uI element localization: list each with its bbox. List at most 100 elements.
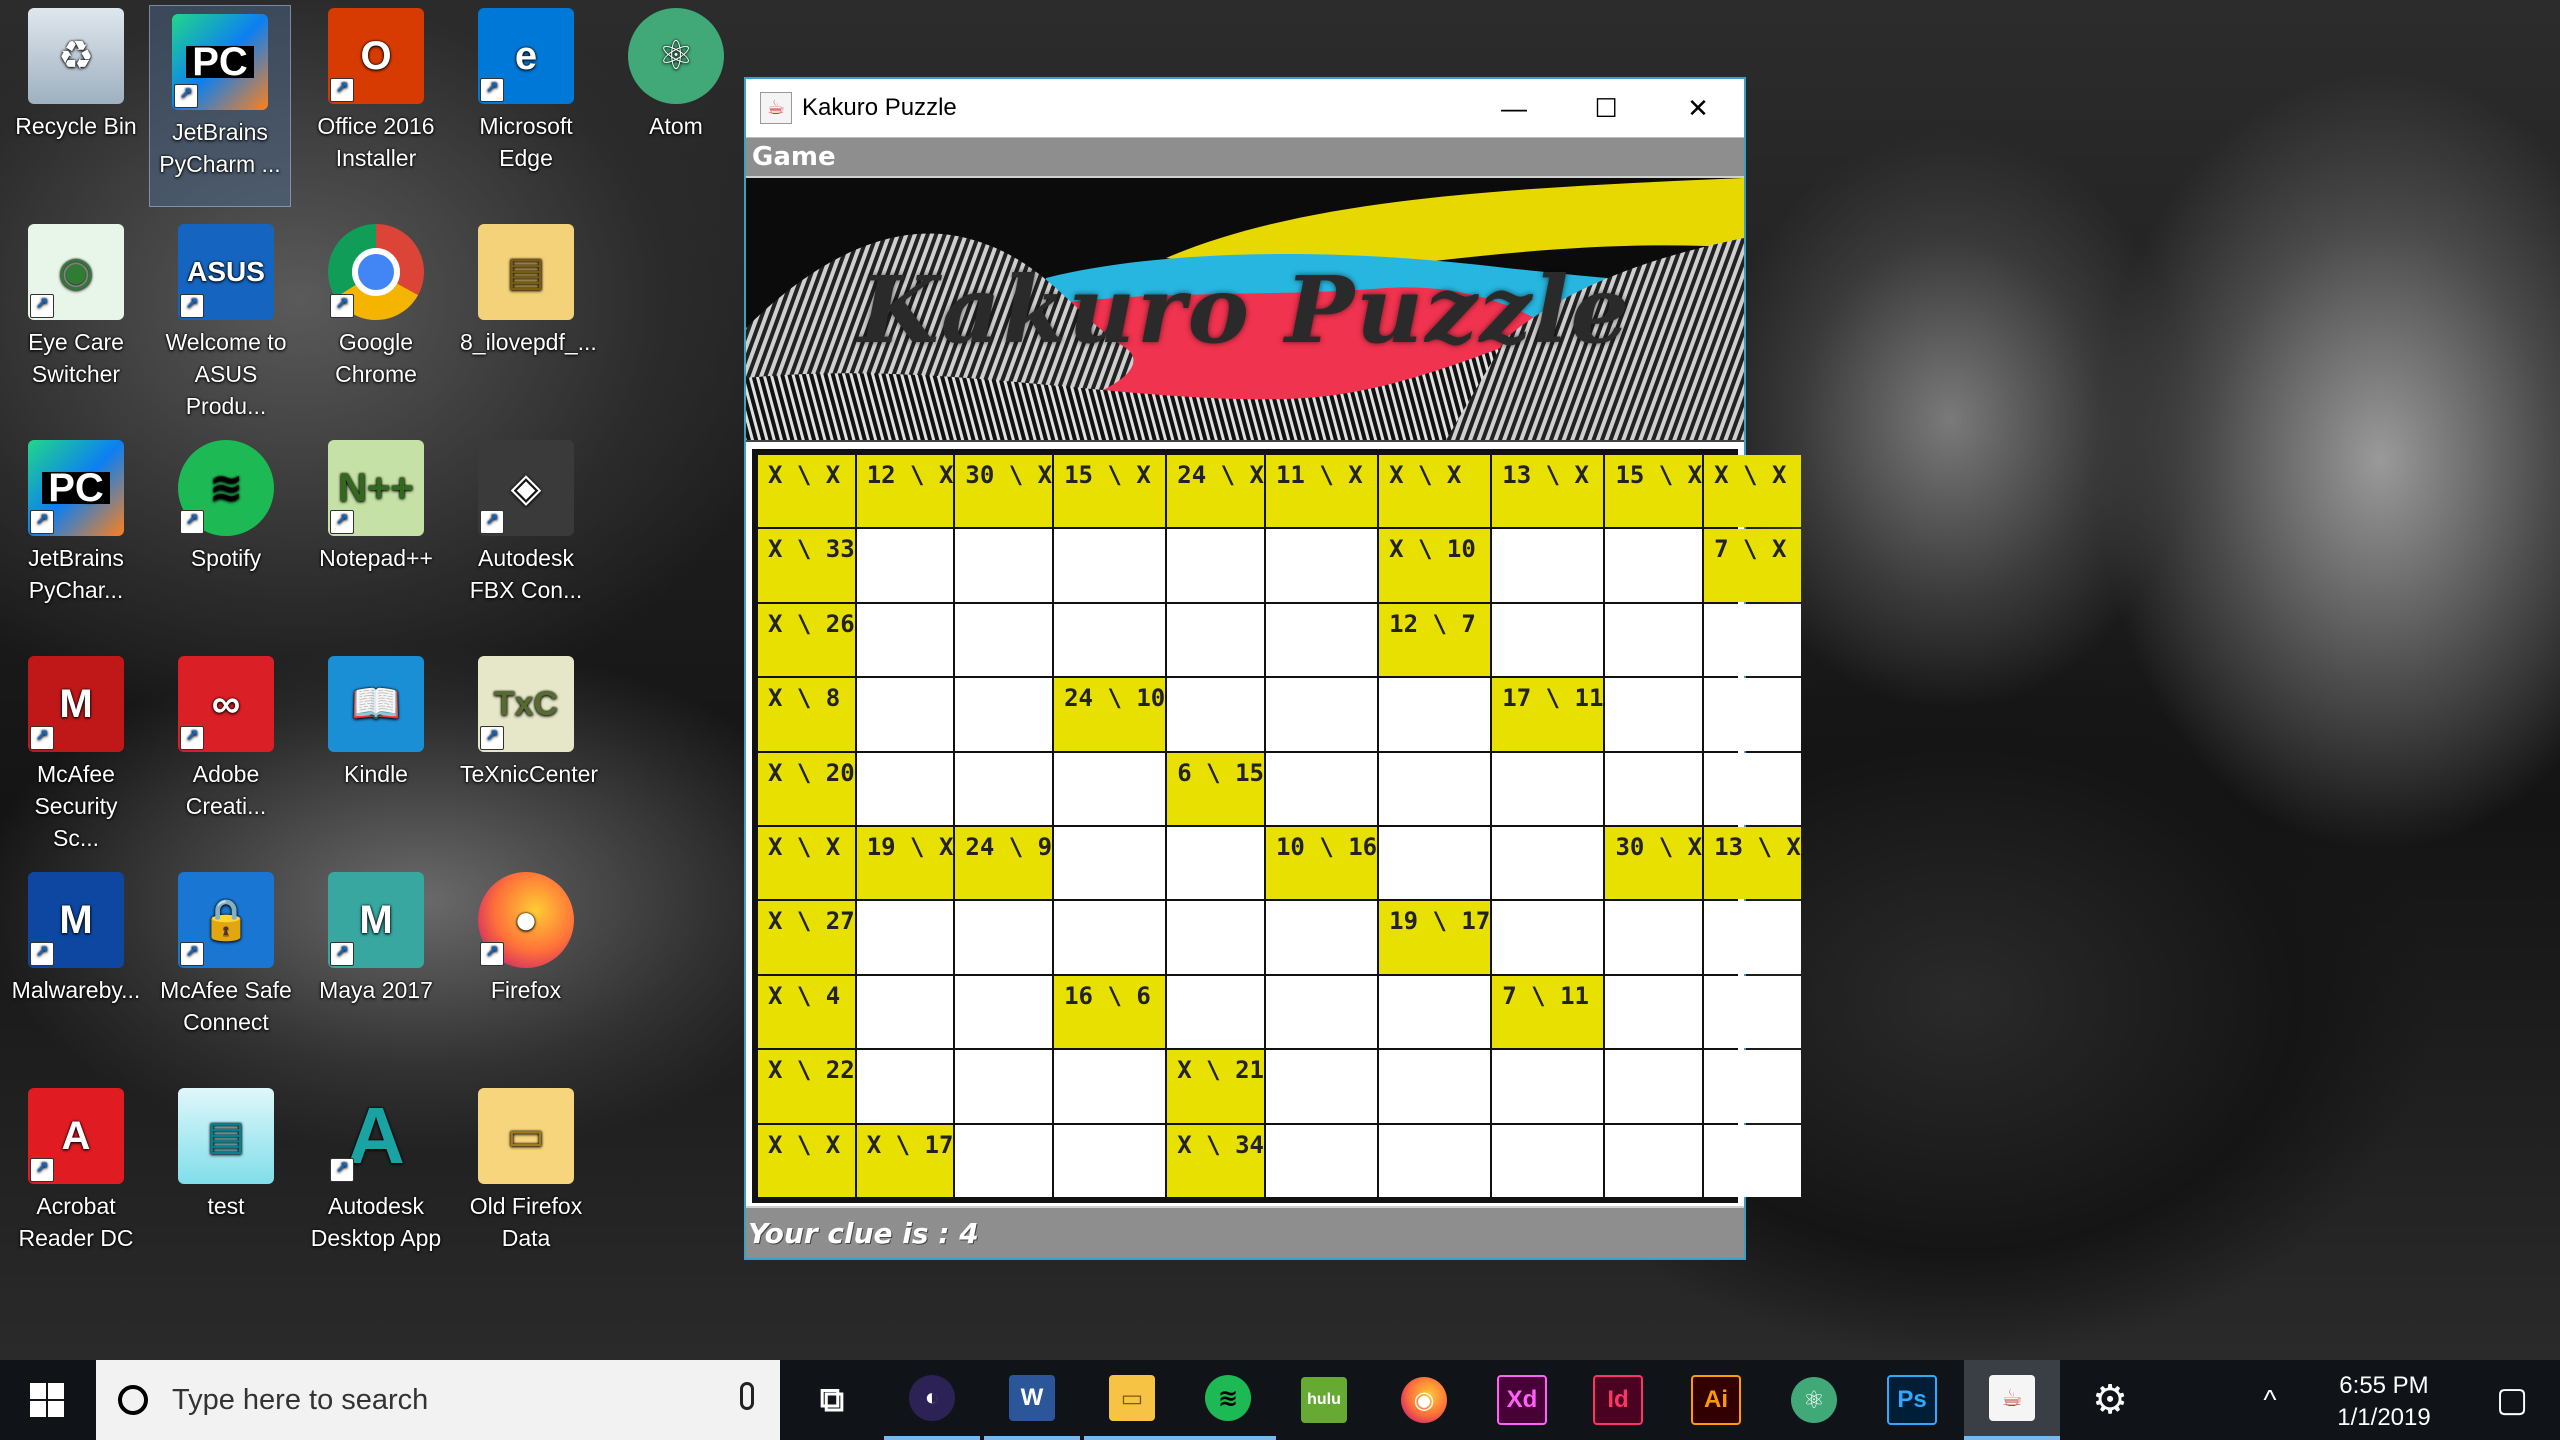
taskbar-file-explorer[interactable]: ▭: [1084, 1360, 1180, 1440]
entry-cell[interactable]: [1265, 752, 1378, 825]
entry-cell[interactable]: [1167, 529, 1264, 602]
entry-cell[interactable]: [1054, 1050, 1166, 1123]
entry-cell[interactable]: [1265, 529, 1378, 602]
taskbar-java[interactable]: ☕: [1964, 1360, 2060, 1440]
entry-cell[interactable]: [1379, 827, 1491, 900]
maximize-button[interactable]: ☐: [1560, 79, 1652, 137]
taskbar-indesign[interactable]: Id: [1570, 1360, 1666, 1440]
entry-cell[interactable]: [1167, 901, 1264, 974]
desktop-icon-pycharm[interactable]: PC ↗ JetBrains PyCharm ...: [149, 5, 291, 207]
taskbar-eclipse[interactable]: ◐: [884, 1360, 980, 1440]
entry-cell[interactable]: [856, 603, 954, 677]
desktop-icon-creative-cloud[interactable]: ∞ ↗ Adobe Creati...: [156, 648, 296, 848]
menu-game[interactable]: Game: [746, 142, 836, 172]
entry-cell[interactable]: [955, 529, 1053, 602]
entry-cell[interactable]: [1265, 975, 1378, 1049]
desktop-icon-spotify[interactable]: ≋ ↗ Spotify: [156, 432, 296, 632]
taskbar-task-view[interactable]: ⧉: [784, 1360, 880, 1440]
entry-cell[interactable]: [1605, 529, 1703, 602]
entry-cell[interactable]: [1704, 678, 1801, 751]
taskbar-word[interactable]: W: [984, 1360, 1080, 1440]
entry-cell[interactable]: [1167, 827, 1264, 900]
entry-cell[interactable]: [856, 752, 954, 825]
entry-cell[interactable]: [1704, 975, 1801, 1049]
desktop-icon-atom[interactable]: ⚛ Atom: [606, 0, 746, 200]
desktop-icon-eye-care[interactable]: ◉ ↗ Eye Care Switcher: [6, 216, 146, 416]
desktop-icon-acrobat[interactable]: A ↗ Acrobat Reader DC: [6, 1080, 146, 1280]
desktop-icon-notepadpp[interactable]: N++ ↗ Notepad++: [306, 432, 446, 632]
tray-show-hidden-icons[interactable]: ^: [2240, 1360, 2300, 1440]
desktop-icon-mcafee-safe-connect[interactable]: 🔒 ↗ McAfee Safe Connect: [156, 864, 296, 1064]
entry-cell[interactable]: [1167, 975, 1264, 1049]
desktop-icon-firefox[interactable]: ● ↗ Firefox: [456, 864, 596, 1064]
clock[interactable]: 6:55 PM 1/1/2019: [2314, 1370, 2454, 1434]
taskbar-hulu[interactable]: hulu: [1276, 1360, 1372, 1440]
close-button[interactable]: ✕: [1652, 79, 1744, 137]
entry-cell[interactable]: [1605, 678, 1703, 751]
entry-cell[interactable]: [1605, 603, 1703, 677]
entry-cell[interactable]: [1492, 752, 1604, 825]
desktop-icon-test[interactable]: ▤ test: [156, 1080, 296, 1280]
entry-cell[interactable]: [1605, 975, 1703, 1049]
entry-cell[interactable]: [1379, 678, 1491, 751]
entry-cell[interactable]: [1704, 901, 1801, 974]
entry-cell[interactable]: [1492, 1124, 1604, 1197]
entry-cell[interactable]: [1704, 752, 1801, 825]
entry-cell[interactable]: [955, 752, 1053, 825]
entry-cell[interactable]: [1265, 603, 1378, 677]
taskbar-atom[interactable]: ⚛: [1766, 1360, 1862, 1440]
entry-cell[interactable]: [1492, 827, 1604, 900]
entry-cell[interactable]: [1605, 1124, 1703, 1197]
entry-cell[interactable]: [1704, 603, 1801, 677]
taskbar-adobe-xd[interactable]: Xd: [1474, 1360, 1570, 1440]
entry-cell[interactable]: [955, 1050, 1053, 1123]
desktop-icon-pycharm-2[interactable]: PC ↗ JetBrains PyChar...: [6, 432, 146, 632]
entry-cell[interactable]: [1492, 529, 1604, 602]
taskbar-firefox[interactable]: ◉: [1376, 1360, 1472, 1440]
start-button[interactable]: [0, 1360, 94, 1440]
entry-cell[interactable]: [1265, 1124, 1378, 1197]
entry-cell[interactable]: [856, 1050, 954, 1123]
entry-cell[interactable]: [856, 678, 954, 751]
entry-cell[interactable]: [1054, 827, 1166, 900]
entry-cell[interactable]: [1605, 752, 1703, 825]
microphone-icon[interactable]: [740, 1382, 754, 1410]
entry-cell[interactable]: [1704, 1050, 1801, 1123]
entry-cell[interactable]: [1054, 1124, 1166, 1197]
entry-cell[interactable]: [1054, 529, 1166, 602]
entry-cell[interactable]: [1605, 901, 1703, 974]
taskbar-photoshop[interactable]: Ps: [1864, 1360, 1960, 1440]
action-center-button[interactable]: ▢: [2472, 1360, 2552, 1440]
entry-cell[interactable]: [856, 975, 954, 1049]
taskbar-illustrator[interactable]: Ai: [1668, 1360, 1764, 1440]
minimize-button[interactable]: —: [1468, 79, 1560, 137]
entry-cell[interactable]: [1167, 678, 1264, 751]
entry-cell[interactable]: [1054, 752, 1166, 825]
entry-cell[interactable]: [955, 1124, 1053, 1197]
desktop-icon-kindle[interactable]: 📖 Kindle: [306, 648, 446, 848]
desktop-icon-edge[interactable]: e ↗ Microsoft Edge: [456, 0, 596, 200]
desktop-icon-texniccenter[interactable]: TxC ↗ TeXnicCenter: [456, 648, 598, 848]
entry-cell[interactable]: [955, 975, 1053, 1049]
entry-cell[interactable]: [1379, 1050, 1491, 1123]
desktop-icon-recycle-bin[interactable]: ♻ Recycle Bin: [6, 0, 146, 200]
desktop-icon-office[interactable]: O ↗ Office 2016 Installer: [306, 0, 446, 200]
desktop-icon-old-firefox-data[interactable]: ▭ Old Firefox Data: [456, 1080, 596, 1280]
entry-cell[interactable]: [1379, 752, 1491, 825]
desktop-icon-mcafee[interactable]: M ↗ McAfee Security Sc...: [6, 648, 146, 851]
entry-cell[interactable]: [1605, 1050, 1703, 1123]
desktop-icon-autodesk[interactable]: A ↗ Autodesk Desktop App: [306, 1080, 446, 1280]
taskbar-settings[interactable]: ⚙: [2062, 1360, 2158, 1440]
entry-cell[interactable]: [856, 901, 954, 974]
entry-cell[interactable]: [955, 678, 1053, 751]
taskbar-spotify[interactable]: ≋: [1180, 1360, 1276, 1440]
desktop-icon-fbx[interactable]: ◈ ↗ Autodesk FBX Con...: [456, 432, 596, 632]
entry-cell[interactable]: [1265, 1050, 1378, 1123]
desktop-icon-maya[interactable]: M ↗ Maya 2017: [306, 864, 446, 1064]
desktop-icon-asus[interactable]: ASUS ↗ Welcome to ASUS Produ...: [156, 216, 296, 419]
entry-cell[interactable]: [1054, 901, 1166, 974]
desktop-icon-zip[interactable]: ▤ 8_ilovepdf_...: [456, 216, 597, 416]
entry-cell[interactable]: [955, 901, 1053, 974]
entry-cell[interactable]: [955, 603, 1053, 677]
entry-cell[interactable]: [1379, 975, 1491, 1049]
